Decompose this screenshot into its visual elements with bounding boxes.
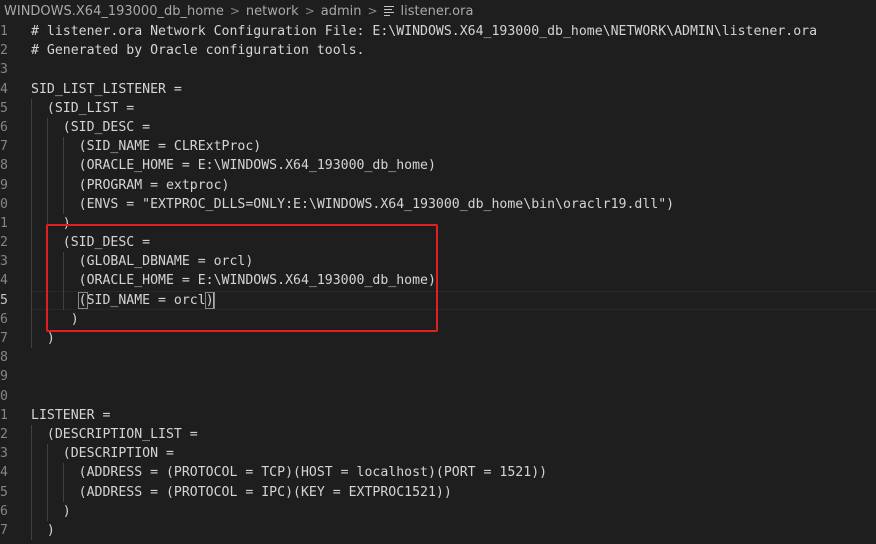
code-line[interactable]: 1 LISTENER = (0, 406, 876, 425)
code-line[interactable]: 3 (DESCRIPTION = (0, 444, 876, 464)
code-text[interactable]: (SID_NAME = orcl) (31, 291, 215, 310)
code-text[interactable]: LISTENER = (31, 406, 110, 425)
code-line[interactable]: 3 (GLOBAL_DBNAME = orcl) (0, 252, 876, 272)
code-text[interactable]: # listener.ora Network Configuration Fil… (31, 22, 817, 41)
code-line[interactable]: 2 (DESCRIPTION_LIST = (0, 424, 876, 445)
code-text[interactable]: (ENVS = "EXTPROC_DLLS=ONLY:E:\WINDOWS.X6… (31, 195, 674, 214)
code-text[interactable]: (ADDRESS = (PROTOCOL = IPC)(KEY = EXTPRO… (31, 483, 452, 502)
line-number: 3 (0, 446, 8, 462)
line-number: 2 (0, 235, 8, 251)
file-lines-icon (383, 5, 394, 17)
code-line[interactable]: 4 (ORACLE_HOME = E:\WINDOWS.X64_193000_d… (0, 271, 876, 291)
code-line[interactable]: 6 (SID_DESC = (0, 117, 876, 138)
code-line[interactable]: 1 ) (0, 213, 876, 234)
code-text[interactable]: ) (31, 521, 55, 540)
line-number: 7 (0, 139, 8, 155)
code-text[interactable]: (PROGRAM = extproc) (31, 176, 230, 195)
code-text[interactable]: (ADDRESS = (PROTOCOL = TCP)(HOST = local… (31, 463, 547, 482)
code-line[interactable]: 0 (ENVS = "EXTPROC_DLLS=ONLY:E:\WINDOWS.… (0, 194, 876, 214)
line-number: 8 (0, 350, 8, 366)
code-text[interactable]: # Generated by Oracle configuration tool… (31, 41, 364, 60)
breadcrumb-item-admin[interactable]: admin (321, 4, 362, 19)
code-line[interactable]: 4 SID_LIST_LISTENER = (0, 80, 876, 99)
code-text[interactable]: (GLOBAL_DBNAME = orcl) (31, 252, 254, 271)
line-number: 6 (0, 503, 8, 519)
text-cursor (212, 291, 214, 308)
code-line[interactable]: 3 (0, 60, 876, 79)
line-number: 5 (0, 484, 8, 500)
line-number: 6 (0, 311, 8, 327)
line-number: 8 (0, 158, 8, 174)
breadcrumb-item-network[interactable]: network (246, 4, 299, 19)
line-number: 5 (0, 100, 8, 116)
code-text[interactable]: ) (31, 502, 71, 521)
code-text[interactable]: SID_LIST_LISTENER = (31, 80, 182, 99)
code-line[interactable]: 8 (0, 348, 876, 367)
code-line[interactable]: 6 ) (0, 501, 876, 521)
line-number: 2 (0, 426, 8, 442)
code-line[interactable]: 0 (0, 387, 876, 406)
breadcrumb-file[interactable]: listener.ora (401, 4, 474, 19)
code-line[interactable]: 5 (SID_LIST = (0, 98, 876, 118)
code-line[interactable]: 9 (PROGRAM = extproc) (0, 175, 876, 195)
line-number: 1 (0, 215, 8, 231)
code-line[interactable]: 7 ) (0, 520, 876, 541)
line-number: 4 (0, 273, 8, 289)
code-line[interactable]: 2 (SID_DESC = (0, 233, 876, 253)
code-text[interactable]: ) (31, 329, 55, 348)
code-text[interactable]: (ORACLE_HOME = E:\WINDOWS.X64_193000_db_… (31, 156, 436, 175)
code-line[interactable]: 7 ) (0, 329, 876, 349)
breadcrumb-separator-icon: > (229, 4, 240, 18)
code-editor[interactable]: WINDOWS.X64_193000_db_home > network > a… (0, 0, 876, 544)
line-number: 3 (0, 62, 8, 78)
line-number: 1 (0, 407, 8, 423)
code-line[interactable]: 4 (ADDRESS = (PROTOCOL = TCP)(HOST = loc… (0, 463, 876, 483)
line-number: 0 (0, 196, 8, 212)
code-text[interactable]: (SID_DESC = (31, 233, 150, 252)
code-line[interactable]: 5 (SID_NAME = orcl) (0, 290, 876, 310)
line-number: 7 (0, 522, 8, 538)
code-line[interactable]: 6 ) (0, 309, 876, 329)
line-number: 3 (0, 254, 8, 270)
line-number: 9 (0, 177, 8, 193)
breadcrumb-separator-icon: > (304, 4, 315, 18)
code-text[interactable]: (SID_LIST = (31, 99, 134, 118)
line-number: 2 (0, 43, 8, 59)
bracket-match-open: ( (77, 291, 88, 309)
code-area[interactable]: 1 # listener.ora Network Configuration Fi… (0, 22, 876, 544)
line-number: 4 (0, 465, 8, 481)
breadcrumb-separator-icon: > (367, 4, 378, 18)
code-line[interactable]: 9 (0, 367, 876, 386)
line-number: 5 (0, 292, 8, 308)
code-text[interactable]: (DESCRIPTION_LIST = (31, 425, 198, 444)
line-number: 4 (0, 81, 8, 97)
line-number: 7 (0, 331, 8, 346)
code-text[interactable]: ) (31, 310, 79, 329)
code-line[interactable]: 7 (SID_NAME = CLRExtProc) (0, 137, 876, 157)
line-number: 1 (0, 24, 8, 39)
code-line[interactable]: 8 (ORACLE_HOME = E:\WINDOWS.X64_193000_d… (0, 156, 876, 176)
breadcrumb-item-db-home[interactable]: WINDOWS.X64_193000_db_home (4, 4, 224, 19)
breadcrumb: WINDOWS.X64_193000_db_home > network > a… (0, 0, 876, 22)
line-number: 9 (0, 369, 8, 385)
code-text[interactable]: (SID_DESC = (31, 118, 150, 137)
line-number: 0 (0, 388, 8, 404)
code-text[interactable]: ) (31, 214, 71, 233)
line-number: 6 (0, 119, 8, 135)
code-line[interactable]: 1 # listener.ora Network Configuration Fi… (0, 22, 876, 41)
code-text[interactable]: (SID_NAME = CLRExtProc) (31, 137, 262, 156)
code-text[interactable]: (DESCRIPTION = (31, 444, 174, 463)
code-text[interactable]: (ORACLE_HOME = E:\WINDOWS.X64_193000_db_… (31, 271, 436, 290)
code-line[interactable]: 5 (ADDRESS = (PROTOCOL = IPC)(KEY = EXTP… (0, 482, 876, 502)
code-line[interactable]: 2 # Generated by Oracle configuration too… (0, 41, 876, 60)
